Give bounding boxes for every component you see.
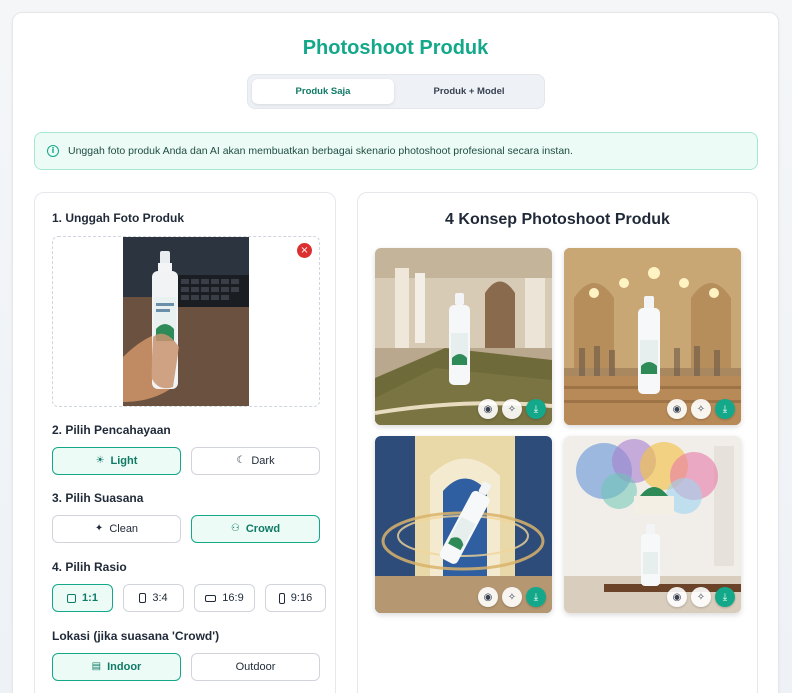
- tile-actions: ◉ ✧ ⤓: [667, 399, 735, 419]
- location-options: ▤ Indoor Outdoor: [52, 653, 320, 681]
- download-icon[interactable]: ⤓: [526, 399, 546, 419]
- ratio-1-1-label: 1:1: [82, 592, 98, 604]
- tab-produk-saja[interactable]: Produk Saja: [252, 79, 394, 104]
- eye-icon[interactable]: ◉: [667, 587, 687, 607]
- lighting-options: ☀ Light ☾ Dark: [52, 447, 320, 475]
- building-icon: ▤: [91, 661, 102, 672]
- location-outdoor-label: Outdoor: [235, 661, 276, 673]
- magic-wand-icon[interactable]: ✧: [502, 399, 522, 419]
- location-label: Lokasi (jika suasana 'Crowd'): [52, 629, 220, 643]
- lighting-light-label: Light: [110, 455, 138, 467]
- ratio-options: 1:1 3:4 16:9 9:16: [52, 584, 326, 612]
- landscape-icon: [205, 594, 217, 602]
- tile-actions: ◉ ✧ ⤓: [478, 587, 546, 607]
- ambience-crowd-button[interactable]: ⚇ Crowd: [191, 515, 320, 543]
- tile-actions: ◉ ✧ ⤓: [478, 399, 546, 419]
- results-title: 4 Konsep Photoshoot Produk: [445, 211, 670, 228]
- sparkle-icon: ✦: [94, 523, 104, 534]
- result-image-2[interactable]: ◉ ✧ ⤓: [564, 248, 741, 425]
- settings-panel: 1. Unggah Foto Produk × 2. Pilih Pencaha…: [34, 192, 336, 693]
- tab-produk-model[interactable]: Produk + Model: [398, 79, 540, 104]
- info-text: Unggah foto produk Anda dan AI akan memb…: [68, 145, 573, 157]
- ratio-16-9-label: 16:9: [222, 592, 244, 604]
- main-card: Photoshoot Produk Produk Saja Produk + M…: [12, 12, 779, 693]
- ambience-clean-label: Clean: [109, 523, 139, 535]
- lighting-light-button[interactable]: ☀ Light: [52, 447, 181, 475]
- ambience-label: 3. Pilih Suasana: [52, 491, 144, 505]
- download-icon[interactable]: ⤓: [526, 587, 546, 607]
- ratio-1-1-button[interactable]: 1:1: [52, 584, 113, 612]
- ratio-16-9-button[interactable]: 16:9: [194, 584, 255, 612]
- lighting-dark-label: Dark: [251, 455, 275, 467]
- portrait-icon: [139, 593, 147, 603]
- moon-icon: ☾: [236, 455, 246, 466]
- result-image-1[interactable]: ◉ ✧ ⤓: [375, 248, 552, 425]
- ambience-clean-button[interactable]: ✦ Clean: [52, 515, 181, 543]
- result-image-4[interactable]: ◉ ✧ ⤓: [564, 436, 741, 613]
- ratio-9-16-label: 9:16: [290, 592, 313, 604]
- square-icon: [67, 593, 77, 603]
- ambience-options: ✦ Clean ⚇ Crowd: [52, 515, 320, 543]
- ratio-3-4-label: 3:4: [152, 592, 168, 604]
- info-icon: i: [47, 145, 59, 157]
- eye-icon[interactable]: ◉: [667, 399, 687, 419]
- download-icon[interactable]: ⤓: [715, 399, 735, 419]
- download-icon[interactable]: ⤓: [715, 587, 735, 607]
- tile-actions: ◉ ✧ ⤓: [667, 587, 735, 607]
- results-panel: 4 Konsep Photoshoot Produk ◉ ✧ ⤓ ◉ ✧ ⤓ ◉…: [357, 192, 758, 693]
- result-image-3[interactable]: ◉ ✧ ⤓: [375, 436, 552, 613]
- lighting-dark-button[interactable]: ☾ Dark: [191, 447, 320, 475]
- mode-switch: Produk Saja Produk + Model: [247, 74, 545, 109]
- ratio-9-16-button[interactable]: 9:16: [265, 584, 326, 612]
- eye-icon[interactable]: ◉: [478, 587, 498, 607]
- upload-dropzone[interactable]: ×: [52, 236, 320, 407]
- remove-photo-button[interactable]: ×: [297, 243, 312, 258]
- location-outdoor-button[interactable]: Outdoor: [191, 653, 320, 681]
- upload-label: 1. Unggah Foto Produk: [52, 211, 184, 225]
- location-indoor-label: Indoor: [107, 661, 142, 673]
- location-indoor-button[interactable]: ▤ Indoor: [52, 653, 181, 681]
- product-photo: [123, 237, 249, 406]
- users-icon: ⚇: [230, 523, 240, 534]
- ratio-label: 4. Pilih Rasio: [52, 560, 127, 574]
- lighting-label: 2. Pilih Pencahayaan: [52, 423, 171, 437]
- tall-portrait-icon: [278, 592, 285, 604]
- magic-wand-icon[interactable]: ✧: [691, 587, 711, 607]
- page-title: Photoshoot Produk: [302, 37, 489, 59]
- close-icon: ×: [300, 245, 309, 256]
- sun-icon: ☀: [95, 455, 105, 466]
- magic-wand-icon[interactable]: ✧: [502, 587, 522, 607]
- magic-wand-icon[interactable]: ✧: [691, 399, 711, 419]
- ambience-crowd-label: Crowd: [245, 523, 281, 535]
- ratio-3-4-button[interactable]: 3:4: [123, 584, 184, 612]
- eye-icon[interactable]: ◉: [478, 399, 498, 419]
- info-banner: i Unggah foto produk Anda dan AI akan me…: [34, 132, 758, 170]
